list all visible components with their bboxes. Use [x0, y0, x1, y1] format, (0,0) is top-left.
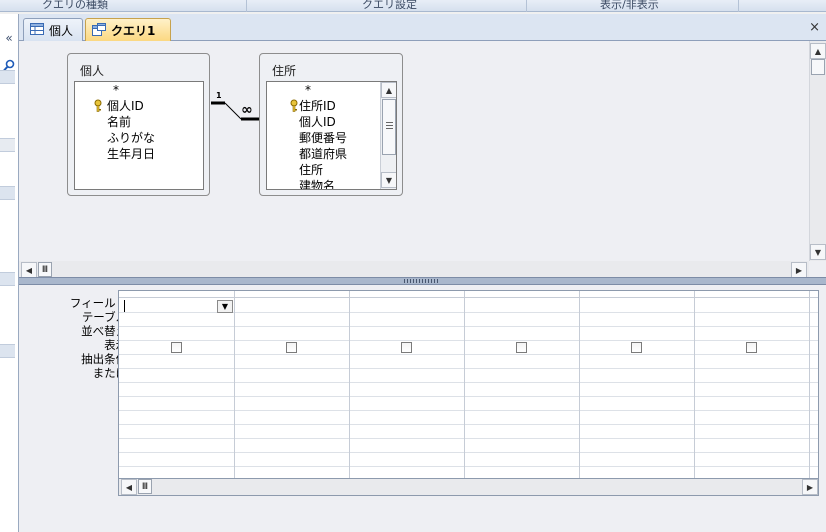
nav-group-bar[interactable]	[0, 344, 15, 358]
text-cursor	[124, 300, 125, 312]
scroll-thumb[interactable]	[382, 99, 396, 155]
tab-label: クエリ1	[111, 24, 156, 38]
document-tab-bar: 個人 クエリ1 ×	[19, 14, 826, 42]
scroll-down-icon[interactable]: ▼	[381, 172, 396, 188]
ribbon-group-show-hide: 表示/非表示	[600, 0, 659, 11]
navigation-pane: «	[0, 14, 19, 532]
show-checkbox-col1[interactable]	[171, 342, 182, 353]
scroll-up-icon[interactable]: ▲	[381, 82, 396, 98]
field-item[interactable]: 住所ID	[299, 98, 336, 114]
grid-horizontal-scrollbar[interactable]: ◀ Ⅲ ▶	[118, 479, 819, 496]
splitter-grip-icon[interactable]	[404, 279, 438, 283]
ribbon-group-labels: クエリの種類 クエリ設定 表示/非表示	[0, 0, 826, 12]
query-icon	[92, 22, 106, 39]
query-design-grid[interactable]: ▼	[118, 290, 819, 479]
field-list-address[interactable]: 住所 * 住所ID 個人ID 郵便番号 都道府県 住所 建物名 ▲ ▼	[259, 53, 403, 196]
field-item[interactable]: 生年月日	[107, 146, 155, 162]
grid-column-selector-row[interactable]	[119, 291, 818, 298]
scroll-thumb[interactable]: Ⅲ	[138, 479, 152, 494]
scroll-thumb[interactable]	[811, 59, 825, 75]
nav-group-bar[interactable]	[0, 186, 15, 200]
field-list-personal[interactable]: 個人 * 個人ID 名前 ふりがな 生年月日	[67, 53, 210, 196]
scroll-right-icon[interactable]: ▶	[802, 479, 818, 495]
field-item[interactable]: ふりがな	[107, 130, 155, 146]
primary-key-icon	[93, 99, 103, 113]
scroll-thumb[interactable]: Ⅲ	[38, 262, 52, 277]
field-item[interactable]: *	[113, 82, 119, 98]
query-design-table-area: 個人 * 個人ID 名前 ふりがな 生年月日 1 ∞ 住所 * 住所ID 個人I…	[19, 41, 826, 278]
upper-vertical-scrollbar[interactable]: ▲ ▼	[809, 41, 826, 261]
primary-key-icon	[289, 99, 299, 113]
upper-horizontal-scrollbar[interactable]: ◀ Ⅲ ▶	[19, 261, 809, 278]
field-item[interactable]: 都道府県	[299, 146, 347, 162]
field-item[interactable]: 住所	[299, 162, 323, 178]
field-list-title: 住所	[272, 64, 297, 78]
nav-group-bar[interactable]	[0, 70, 15, 84]
nav-group-bar[interactable]	[0, 138, 15, 152]
show-checkbox-col6[interactable]	[746, 342, 757, 353]
tab-query1[interactable]: クエリ1	[85, 18, 171, 42]
chevron-down-icon[interactable]: ▼	[217, 300, 233, 313]
nav-group-bar[interactable]	[0, 272, 15, 286]
show-checkbox-col2[interactable]	[286, 342, 297, 353]
field-item[interactable]: 郵便番号	[299, 130, 347, 146]
field-list-title: 個人	[80, 64, 105, 78]
scroll-right-icon[interactable]: ▶	[791, 262, 807, 278]
field-input-col1[interactable]: ▼	[121, 299, 233, 313]
table-icon	[30, 22, 44, 38]
scroll-down-icon[interactable]: ▼	[810, 244, 826, 260]
field-item[interactable]: 名前	[107, 114, 131, 130]
show-checkbox-col3[interactable]	[401, 342, 412, 353]
nav-collapse-button[interactable]: «	[0, 30, 18, 46]
field-item[interactable]: 建物名	[299, 178, 335, 189]
ribbon-group-query-type: クエリの種類	[42, 0, 108, 11]
scroll-up-icon[interactable]: ▲	[810, 43, 826, 59]
ribbon-group-query-settings: クエリ設定	[362, 0, 417, 11]
tab-personal-table[interactable]: 個人	[23, 18, 83, 41]
field-list-scrollbar[interactable]: ▲ ▼	[380, 82, 396, 189]
field-item[interactable]: 個人ID	[299, 114, 336, 130]
field-list-box: * 住所ID 個人ID 郵便番号 都道府県 住所 建物名 ▲ ▼	[266, 81, 397, 190]
field-item[interactable]: *	[305, 82, 311, 98]
field-list-box: * 個人ID 名前 ふりがな 生年月日	[74, 81, 204, 190]
pane-splitter[interactable]	[19, 277, 826, 285]
scroll-left-icon[interactable]: ◀	[21, 262, 37, 278]
query-design-grid-area: フィールド: テーブル: 並べ替え: 表示: 抽出条件: または: ▼	[19, 285, 826, 532]
show-checkbox-col5[interactable]	[631, 342, 642, 353]
scroll-left-icon[interactable]: ◀	[121, 479, 137, 495]
relationship-many-label: ∞	[241, 102, 253, 118]
show-checkbox-col4[interactable]	[516, 342, 527, 353]
relationship-one-label: 1	[216, 91, 222, 100]
field-item[interactable]: 個人ID	[107, 98, 144, 114]
close-icon[interactable]: ×	[809, 20, 820, 35]
tab-label: 個人	[49, 23, 74, 38]
